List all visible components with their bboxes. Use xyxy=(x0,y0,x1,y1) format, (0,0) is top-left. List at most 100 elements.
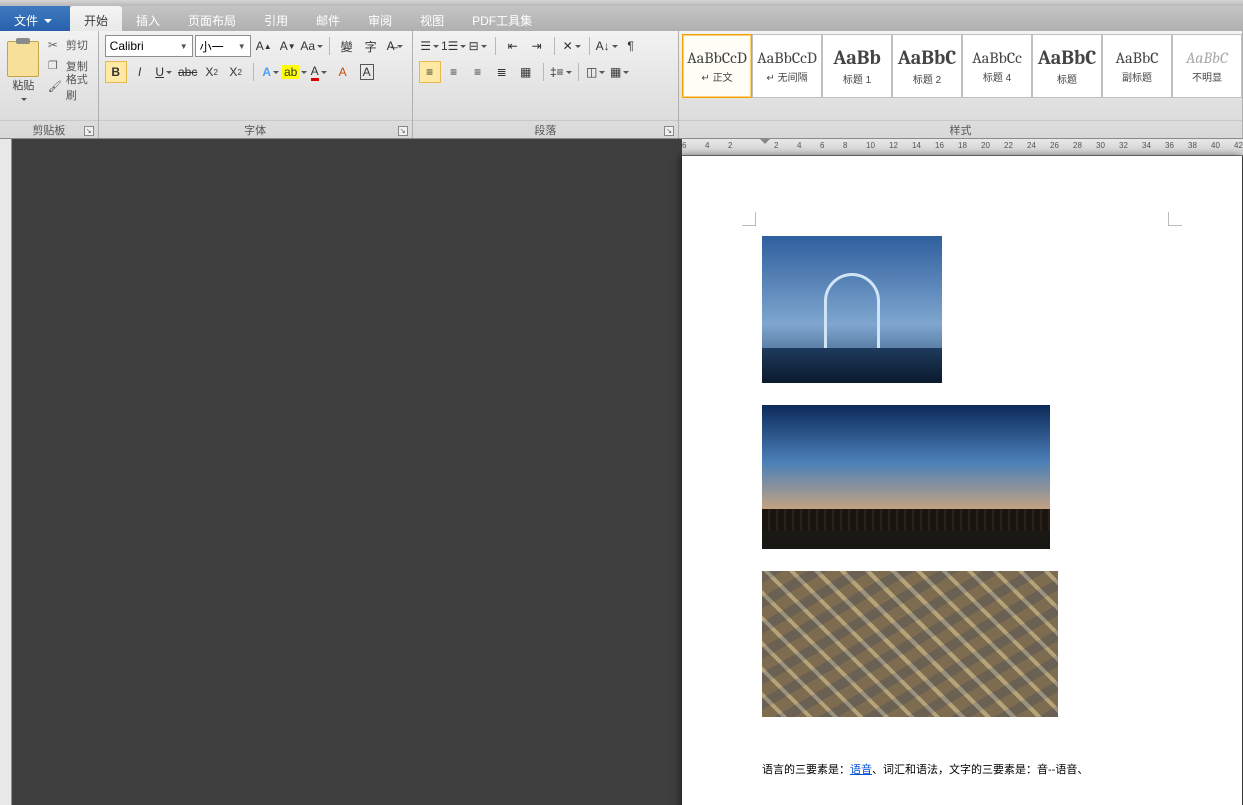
format-painter-button[interactable]: 格式刷 xyxy=(45,77,92,97)
strikethrough-button[interactable]: abc xyxy=(177,61,199,83)
character-border-button[interactable]: A xyxy=(356,61,378,83)
group-font: Calibri▼ 小一▼ A▲ A▼ Aa 變 字 A̶ B I U abc X… xyxy=(99,31,413,138)
horizontal-ruler[interactable]: 6422468101214161820222426283032343638404… xyxy=(682,139,1243,156)
change-case-button[interactable]: Aa xyxy=(301,35,323,57)
style-card[interactable]: AaBbC标题 xyxy=(1032,34,1102,98)
font-name-combo[interactable]: Calibri▼ xyxy=(105,35,193,57)
chevron-down-icon: ▼ xyxy=(180,42,188,51)
ruler-tick: 38 xyxy=(1188,141,1197,150)
group-label-clipboard: 剪贴板 xyxy=(32,122,65,138)
separator xyxy=(554,37,555,55)
chevron-down-icon xyxy=(19,93,27,105)
inline-image-3[interactable] xyxy=(762,571,1058,717)
decrease-indent-button[interactable]: ⇤ xyxy=(502,35,524,57)
show-hide-button[interactable]: ¶ xyxy=(620,35,642,57)
tab-insert[interactable]: 插入 xyxy=(122,6,174,31)
inline-image-2[interactable] xyxy=(762,405,1050,549)
style-label: 标题 2 xyxy=(913,71,941,86)
workspace: 6422468101214161820222426283032343638404… xyxy=(0,139,1243,805)
ribbon-tabs: 文件 开始 插入 页面布局 引用 邮件 审阅 视图 PDF工具集 xyxy=(0,6,1243,31)
align-left-button[interactable]: ≡ xyxy=(419,61,441,83)
indent-marker[interactable] xyxy=(760,139,770,149)
text-run: 、词汇和语法，文字的三要素是：音--语音、 xyxy=(872,764,1088,776)
character-shading-button[interactable]: A xyxy=(332,61,354,83)
line-spacing-button[interactable]: ‡≡ xyxy=(550,61,572,83)
separator xyxy=(589,37,590,55)
tab-file[interactable]: 文件 xyxy=(0,6,70,31)
bold-button[interactable]: B xyxy=(105,61,127,83)
group-styles: AaBbCcD ↵ 正文 AaBbCcD↵ 无间隔AaBb标题 1 AaBbC 标题 2… xyxy=(679,31,1243,138)
style-label: ↵ 正文 xyxy=(701,69,732,84)
ruler-tick: 34 xyxy=(1142,141,1151,150)
ruler-tick: 6 xyxy=(682,141,686,150)
style-preview: AaBbCcD xyxy=(687,49,747,67)
distribute-button[interactable]: ▦ xyxy=(515,61,537,83)
superscript-button[interactable]: X2 xyxy=(225,61,247,83)
style-preview: AaBbC xyxy=(898,46,957,69)
ruler-tick: 30 xyxy=(1096,141,1105,150)
italic-button[interactable]: I xyxy=(129,61,151,83)
grow-font-button[interactable]: A▲ xyxy=(253,35,275,57)
font-size-combo[interactable]: 小一▼ xyxy=(195,35,251,57)
asian-layout-button[interactable]: ✕ xyxy=(561,35,583,57)
style-card[interactable]: AaBbCcD ↵ 正文 xyxy=(682,34,752,98)
tab-review[interactable]: 审阅 xyxy=(354,6,406,31)
clipboard-launcher[interactable]: ↘ xyxy=(84,126,94,136)
ruler-tick: 24 xyxy=(1027,141,1036,150)
subscript-button[interactable]: X2 xyxy=(201,61,223,83)
shading-button[interactable]: ◫ xyxy=(585,61,607,83)
tab-view[interactable]: 视图 xyxy=(406,6,458,31)
tab-page-layout[interactable]: 页面布局 xyxy=(174,6,250,31)
ruler-tick: 8 xyxy=(843,141,847,150)
increase-indent-button[interactable]: ⇥ xyxy=(526,35,548,57)
document-page[interactable]: 语言的三要素是：语音、词汇和语法，文字的三要素是：音--语音、 xyxy=(682,156,1242,805)
align-right-button[interactable]: ≡ xyxy=(467,61,489,83)
ruler-tick: 20 xyxy=(981,141,990,150)
numbering-button[interactable]: 1☰ xyxy=(443,35,465,57)
document-text[interactable]: 语言的三要素是：语音、词汇和语法，文字的三要素是：音--语音、 xyxy=(762,761,1162,777)
style-label: 标题 1 xyxy=(843,71,871,86)
enclose-characters-button[interactable]: 字 xyxy=(360,35,382,57)
style-card[interactable]: AaBbCc标题 4 xyxy=(962,34,1032,98)
highlight-button[interactable]: ab xyxy=(284,61,306,83)
multilevel-list-button[interactable]: ⊟ xyxy=(467,35,489,57)
margin-corner-tl xyxy=(742,212,756,226)
style-card[interactable]: AaBb标题 1 xyxy=(822,34,892,98)
style-card[interactable]: AaBbCcD↵ 无间隔 xyxy=(752,34,822,98)
style-label: 副标题 xyxy=(1122,69,1152,84)
phonetic-guide-button[interactable]: 變 xyxy=(336,35,358,57)
font-launcher[interactable]: ↘ xyxy=(398,126,408,136)
ruler-tick: 2 xyxy=(774,141,778,150)
font-color-button[interactable]: A xyxy=(308,61,330,83)
sort-button[interactable]: A↓ xyxy=(596,35,618,57)
format-painter-icon xyxy=(48,80,62,94)
borders-button[interactable]: ▦ xyxy=(609,61,631,83)
paragraph-launcher[interactable]: ↘ xyxy=(664,126,674,136)
ruler-tick: 2 xyxy=(728,141,732,150)
group-label-font: 字体 xyxy=(244,122,266,138)
chevron-down-icon: ▼ xyxy=(238,42,246,51)
style-card[interactable]: AaBbC不明显 xyxy=(1172,34,1242,98)
text-effect-button[interactable]: A xyxy=(260,61,282,83)
style-card[interactable]: AaBbC 标题 2 xyxy=(892,34,962,98)
tab-references[interactable]: 引用 xyxy=(250,6,302,31)
tab-home[interactable]: 开始 xyxy=(70,6,122,31)
align-center-button[interactable]: ≡ xyxy=(443,61,465,83)
hyperlink[interactable]: 语音 xyxy=(850,764,872,776)
underline-button[interactable]: U xyxy=(153,61,175,83)
cut-button[interactable]: 剪切 xyxy=(45,35,92,55)
separator xyxy=(578,63,579,81)
shrink-font-button[interactable]: A▼ xyxy=(277,35,299,57)
justify-button[interactable]: ≣ xyxy=(491,61,513,83)
paste-button[interactable]: 粘贴 xyxy=(6,35,41,111)
ruler-tick: 42 xyxy=(1234,141,1243,150)
inline-image-1[interactable] xyxy=(762,236,942,383)
navigation-pane-collapsed[interactable] xyxy=(0,139,12,805)
style-card[interactable]: AaBbC副标题 xyxy=(1102,34,1172,98)
ruler-tick: 16 xyxy=(935,141,944,150)
tab-pdf-tools[interactable]: PDF工具集 xyxy=(458,6,546,31)
clear-formatting-button[interactable]: A̶ xyxy=(384,35,406,57)
style-preview: AaBbC xyxy=(1038,46,1097,69)
tab-mailings[interactable]: 邮件 xyxy=(302,6,354,31)
bullets-button[interactable]: ☰ xyxy=(419,35,441,57)
